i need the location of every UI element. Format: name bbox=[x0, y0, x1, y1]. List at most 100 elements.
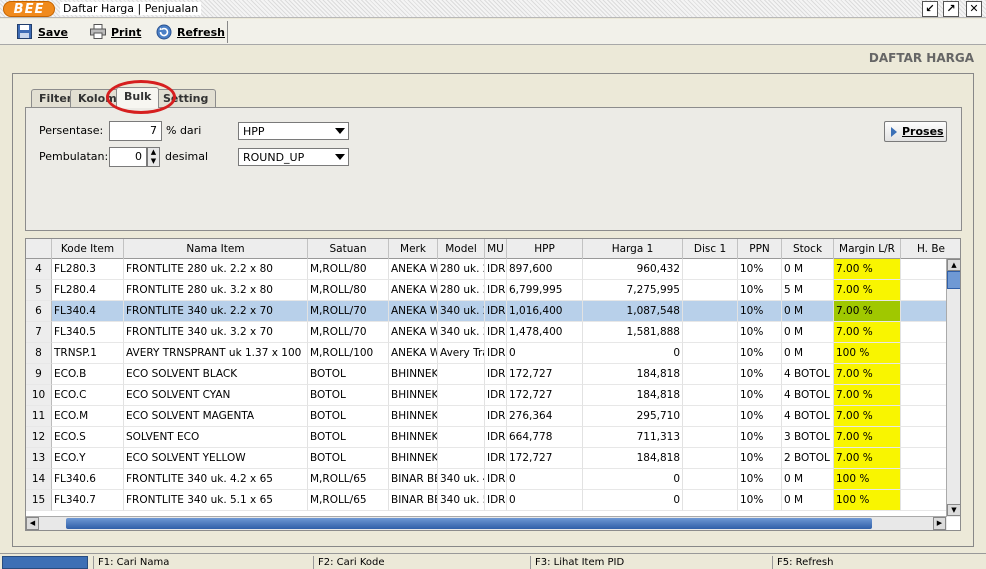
cell-kode: ECO.S bbox=[52, 427, 124, 448]
header-nama[interactable]: Nama Item bbox=[124, 239, 308, 259]
table-row[interactable]: 7 FL340.5 FRONTLITE 340 uk. 3.2 x 70 M,ROLL… bbox=[26, 322, 947, 343]
cell-model bbox=[438, 427, 485, 448]
header-satuan[interactable]: Satuan bbox=[308, 239, 389, 259]
header-rownum bbox=[26, 239, 52, 259]
scroll-up-icon[interactable]: ▲ bbox=[947, 259, 960, 271]
vertical-scrollbar[interactable]: ▲ ▼ bbox=[946, 259, 960, 517]
persentase-label: Persentase: bbox=[39, 124, 104, 137]
table-row[interactable]: 6 FL340.4 FRONTLITE 340 uk. 2.2 x 70 M,ROLL… bbox=[26, 301, 947, 322]
cell-hpp: 172,727 bbox=[507, 364, 583, 385]
cell-mu: IDR bbox=[485, 427, 507, 448]
header-kode[interactable]: Kode Item bbox=[52, 239, 124, 259]
cell-disc bbox=[683, 469, 738, 490]
refresh-button[interactable]: Refresh bbox=[156, 22, 225, 42]
cell-stock: 2 BOTOL bbox=[782, 448, 834, 469]
table-row[interactable]: 15 FL340.7 FRONTLITE 340 uk. 5.1 x 65 M,ROL… bbox=[26, 490, 947, 511]
cell-kode: FL340.7 bbox=[52, 490, 124, 511]
cell-merk: BHINNEK bbox=[389, 448, 438, 469]
cell-margin: 7.00 % bbox=[834, 322, 901, 343]
cell-harga: 0 bbox=[583, 469, 683, 490]
cell-hpp: 276,364 bbox=[507, 406, 583, 427]
cell-mu: IDR bbox=[485, 364, 507, 385]
cell-hpp: 0 bbox=[507, 490, 583, 511]
pembulatan-input[interactable]: 0 bbox=[109, 147, 147, 167]
header-merk[interactable]: Merk bbox=[389, 239, 438, 259]
cell-satuan: M,ROLL/65 bbox=[308, 469, 389, 490]
cell-n: 10 bbox=[26, 385, 52, 406]
cell-hbeli bbox=[901, 364, 947, 385]
header-hbeli[interactable]: H. Be bbox=[901, 239, 960, 259]
header-margin[interactable]: Margin L/R bbox=[834, 239, 901, 259]
cell-n: 8 bbox=[26, 343, 52, 364]
cell-mu: IDR bbox=[485, 448, 507, 469]
cell-harga: 184,818 bbox=[583, 364, 683, 385]
toolbar-separator bbox=[227, 21, 228, 43]
status-f3: F3: Lihat Item PID bbox=[530, 556, 772, 569]
cell-margin: 100 % bbox=[834, 490, 901, 511]
cell-mu: IDR bbox=[485, 259, 507, 280]
cell-hbeli bbox=[901, 427, 947, 448]
round-select[interactable]: ROUND_UP bbox=[238, 148, 349, 166]
cell-kode: ECO.B bbox=[52, 364, 124, 385]
cell-ppn: 10% bbox=[738, 490, 782, 511]
save-button[interactable]: Save bbox=[17, 22, 68, 42]
tab-bulk[interactable]: Bulk bbox=[116, 87, 160, 108]
cell-disc bbox=[683, 364, 738, 385]
header-harga[interactable]: Harga 1 bbox=[583, 239, 683, 259]
dari-select[interactable]: HPP bbox=[238, 122, 349, 140]
cell-margin: 7.00 % bbox=[834, 364, 901, 385]
table-row[interactable]: 12 ECO.S SOLVENT ECO BOTOL BHINNEK IDR 664,778… bbox=[26, 427, 947, 448]
window-title: Daftar Harga | Penjualan bbox=[60, 2, 202, 15]
table-row[interactable]: 10 ECO.C ECO SOLVENT CYAN BOTOL BHINNEK IDR 17… bbox=[26, 385, 947, 406]
spin-down-icon[interactable]: ▼ bbox=[148, 157, 159, 166]
proses-button[interactable]: Proses bbox=[884, 121, 947, 142]
table-row[interactable]: 8 TRNSP.1 AVERY TRNSPRANT uk 1.37 x 100 M,R… bbox=[26, 343, 947, 364]
scroll-down-icon[interactable]: ▼ bbox=[947, 504, 960, 516]
print-button[interactable]: Print bbox=[90, 22, 141, 42]
header-mu[interactable]: MU bbox=[485, 239, 507, 259]
header-ppn[interactable]: PPN bbox=[738, 239, 782, 259]
scroll-left-icon[interactable]: ◀ bbox=[26, 517, 39, 530]
horizontal-scrollbar[interactable]: ◀ ▶ bbox=[26, 516, 947, 530]
table-row[interactable]: 13 ECO.Y ECO SOLVENT YELLOW BOTOL BHINNEK IDR… bbox=[26, 448, 947, 469]
header-stock[interactable]: Stock bbox=[782, 239, 834, 259]
maximize-icon[interactable]: ↗ bbox=[943, 1, 959, 17]
cell-model: 340 uk. 5 bbox=[438, 490, 485, 511]
cell-kode: TRNSP.1 bbox=[52, 343, 124, 364]
spin-up-icon[interactable]: ▲ bbox=[148, 148, 159, 157]
floppy-icon bbox=[17, 24, 33, 40]
cell-ppn: 10% bbox=[738, 343, 782, 364]
cell-harga: 1,087,548 bbox=[583, 301, 683, 322]
cell-kode: ECO.Y bbox=[52, 448, 124, 469]
cell-hbeli bbox=[901, 280, 947, 301]
cell-n: 11 bbox=[26, 406, 52, 427]
pembulatan-stepper[interactable]: ▲ ▼ bbox=[147, 147, 160, 167]
cell-stock: 0 M bbox=[782, 259, 834, 280]
table-row[interactable]: 4 FL280.3 FRONTLITE 280 uk. 2.2 x 80 M,ROLL… bbox=[26, 259, 947, 280]
cell-disc bbox=[683, 322, 738, 343]
table-row[interactable]: 11 ECO.M ECO SOLVENT MAGENTA BOTOL BHINNEK ID… bbox=[26, 406, 947, 427]
header-model[interactable]: Model bbox=[438, 239, 485, 259]
scroll-right-icon[interactable]: ▶ bbox=[933, 517, 946, 530]
tab-setting[interactable]: Setting bbox=[155, 89, 217, 108]
cell-satuan: BOTOL bbox=[308, 427, 389, 448]
table-row[interactable]: 9 ECO.B ECO SOLVENT BLACK BOTOL BHINNEK IDR 17… bbox=[26, 364, 947, 385]
cell-nama: AVERY TRNSPRANT uk 1.37 x 100 bbox=[124, 343, 308, 364]
header-disc[interactable]: Disc 1 bbox=[683, 239, 738, 259]
table-row[interactable]: 14 FL340.6 FRONTLITE 340 uk. 4.2 x 65 M,ROL… bbox=[26, 469, 947, 490]
persentase-input[interactable]: 7 bbox=[109, 121, 162, 141]
cell-disc bbox=[683, 259, 738, 280]
cell-hbeli bbox=[901, 406, 947, 427]
close-icon[interactable]: ✕ bbox=[966, 1, 982, 17]
header-hpp[interactable]: HPP bbox=[507, 239, 583, 259]
restore-icon[interactable]: ↙ bbox=[922, 1, 938, 17]
cell-harga: 0 bbox=[583, 343, 683, 364]
chevron-down-icon bbox=[335, 154, 345, 160]
horizontal-scroll-thumb[interactable] bbox=[66, 518, 872, 529]
cell-nama: FRONTLITE 340 uk. 2.2 x 70 bbox=[124, 301, 308, 322]
cell-merk: BINAR BE bbox=[389, 469, 438, 490]
cell-satuan: BOTOL bbox=[308, 364, 389, 385]
scroll-thumb[interactable] bbox=[947, 271, 960, 289]
table-row[interactable]: 5 FL280.4 FRONTLITE 280 uk. 3.2 x 80 M,ROLL… bbox=[26, 280, 947, 301]
chevron-down-icon bbox=[335, 128, 345, 134]
